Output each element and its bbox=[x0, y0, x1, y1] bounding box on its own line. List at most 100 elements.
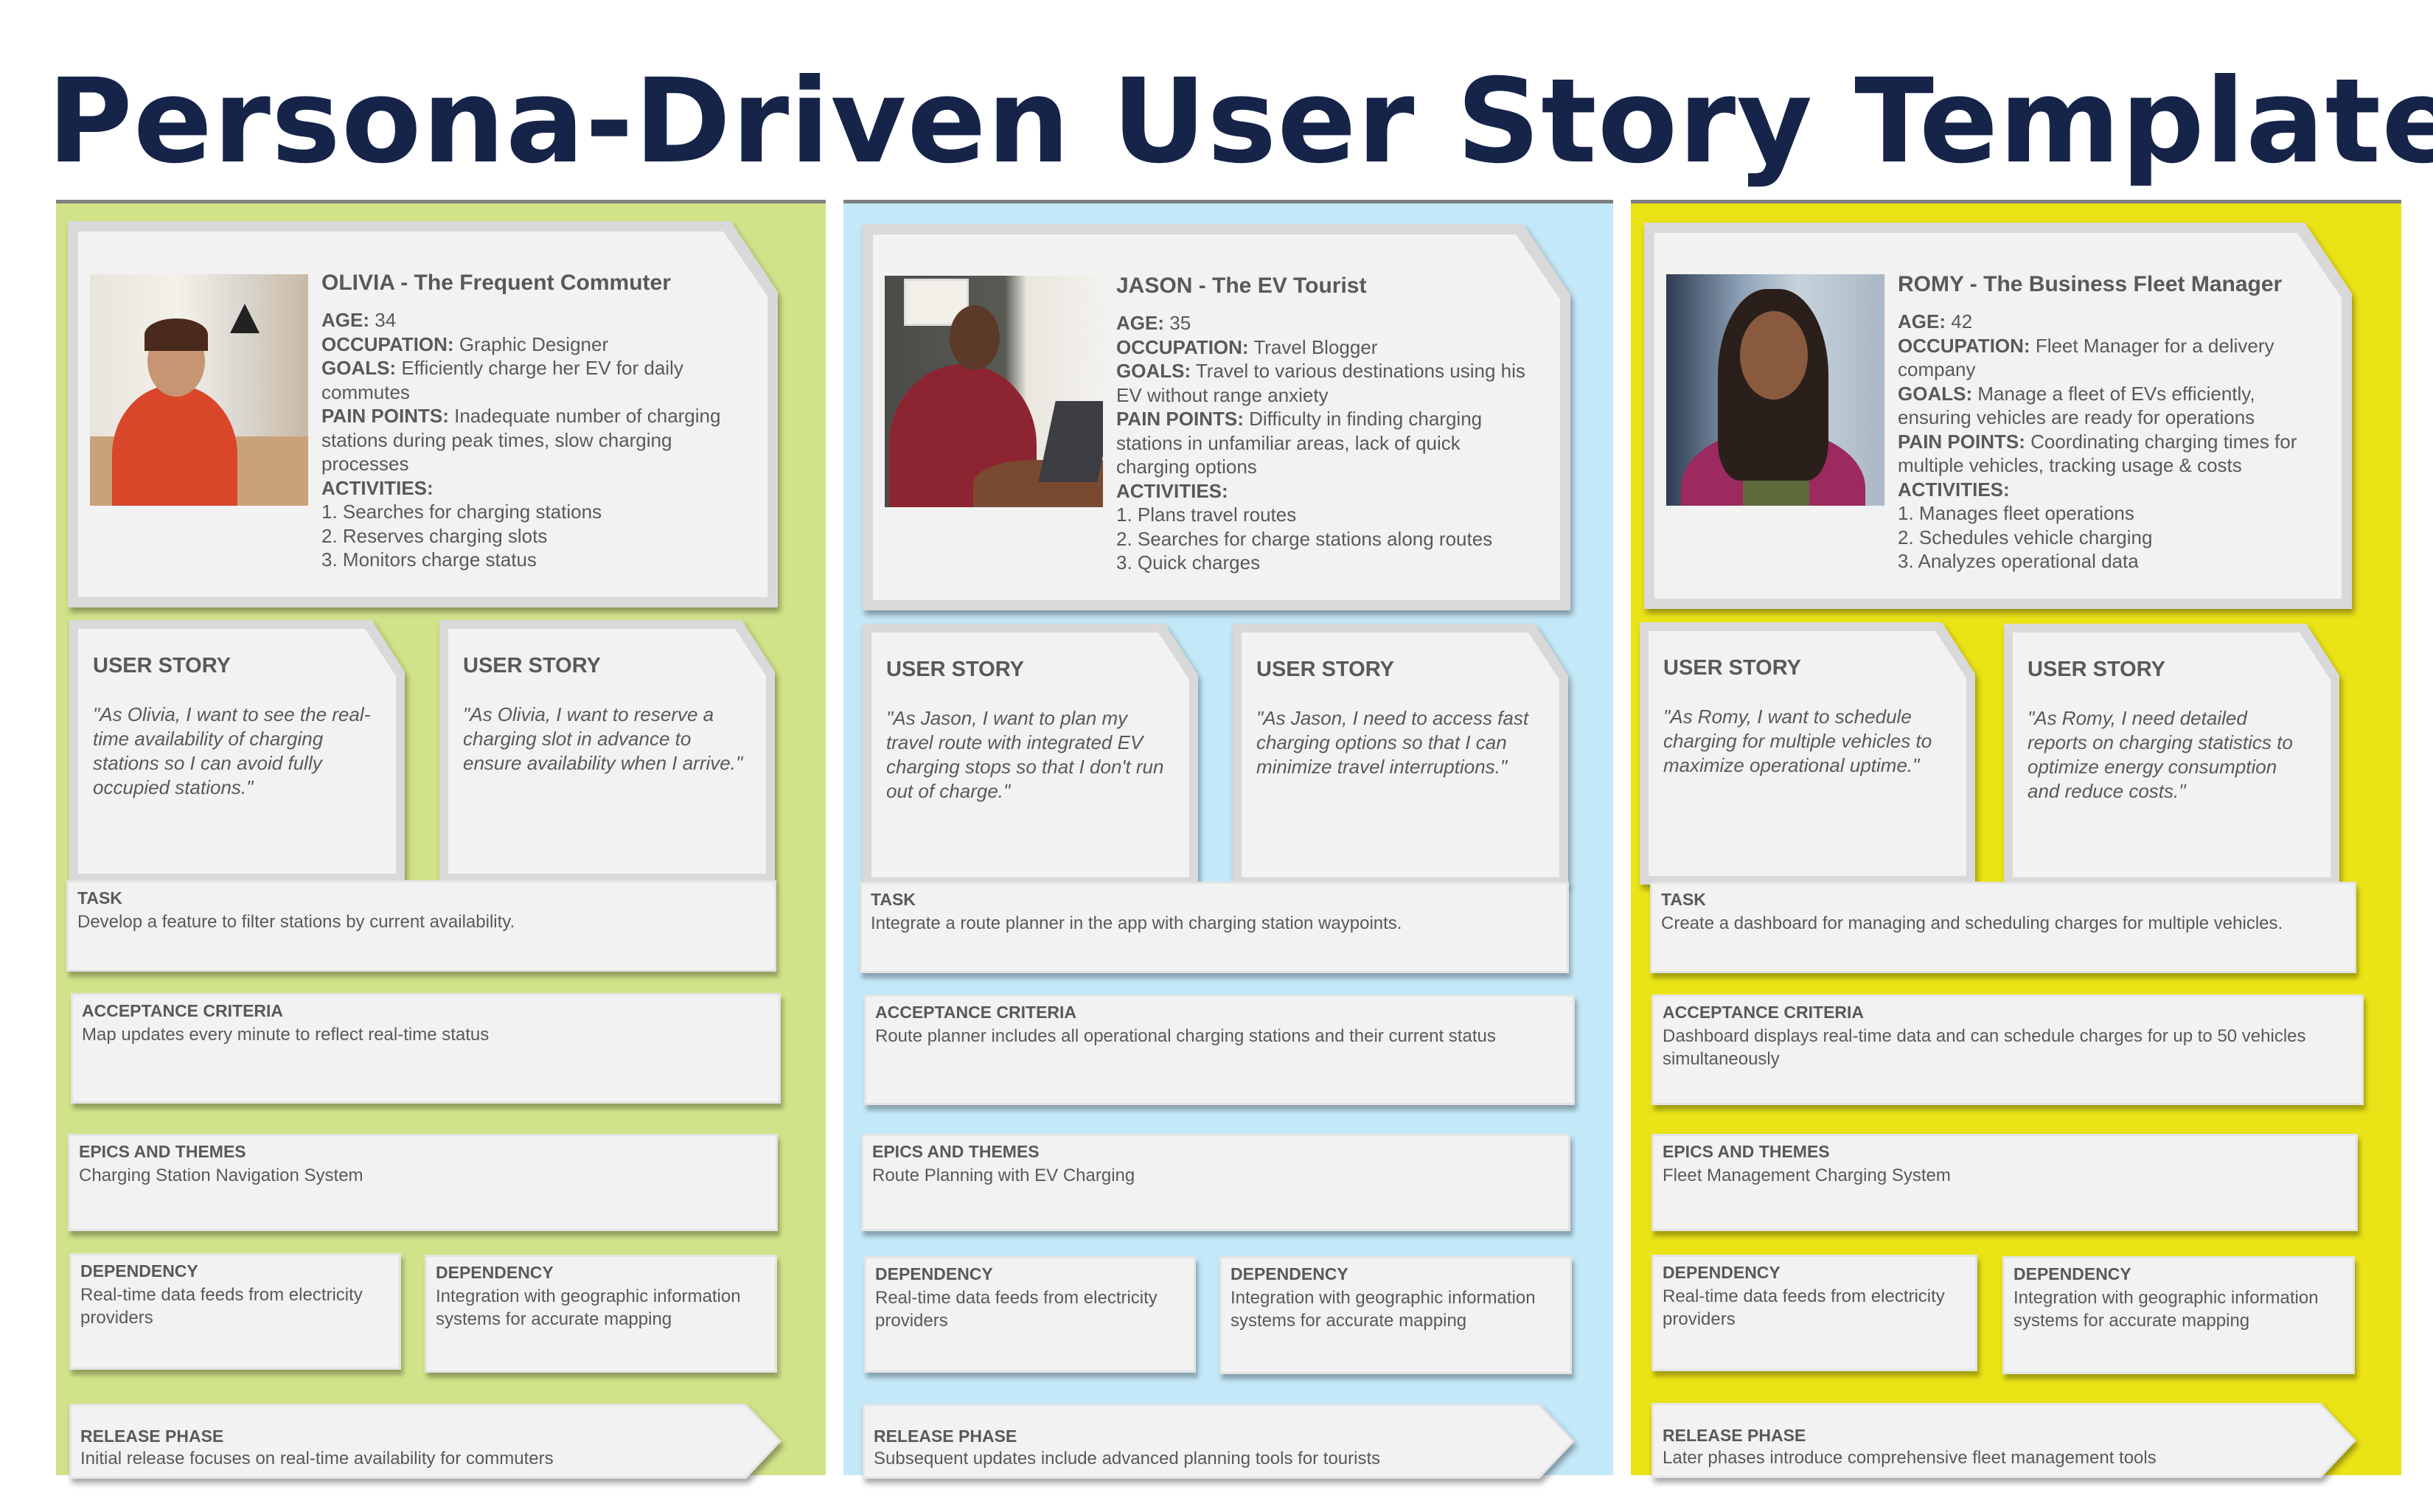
epics-box: EPICS AND THEMES Fleet Management Chargi… bbox=[1651, 1134, 2358, 1231]
field-label: GOALS: bbox=[1116, 360, 1191, 382]
dependency-box: DEPENDENCY Real-time data feeds from ele… bbox=[1651, 1255, 1977, 1371]
persona-photo bbox=[1666, 274, 1884, 506]
user-story-text: "As Jason, I need to access fast chargin… bbox=[1256, 707, 1529, 778]
epics-box: EPICS AND THEMES Route Planning with EV … bbox=[861, 1134, 1570, 1231]
dependency-heading: DEPENDENCY bbox=[875, 1264, 993, 1283]
dependency-box: DEPENDENCY Integration with geographic i… bbox=[2002, 1256, 2355, 1374]
task-heading: TASK bbox=[77, 888, 122, 907]
field-label: ACTIVITIES: bbox=[321, 476, 434, 499]
user-story-card: USER STORY "As Olivia, I want to reserve… bbox=[439, 620, 775, 882]
user-story-card: USER STORY "As Romy, I want to schedule … bbox=[1640, 622, 1975, 885]
user-story-text: "As Olivia, I want to reserve a charging… bbox=[463, 703, 743, 774]
field-label: AGE: bbox=[321, 309, 369, 331]
task-box: TASK Integrate a route planner in the ap… bbox=[860, 882, 1569, 973]
epics-heading: EPICS AND THEMES bbox=[1663, 1142, 1830, 1161]
persona-column-romy: ROMY - The Business Fleet Manager AGE: 4… bbox=[1631, 200, 2401, 1475]
epics-box: EPICS AND THEMES Charging Station Naviga… bbox=[68, 1134, 778, 1231]
acceptance-heading: ACCEPTANCE CRITERIA bbox=[82, 1001, 284, 1020]
field-label: AGE: bbox=[1116, 312, 1164, 334]
field-label: OCCUPATION: bbox=[321, 332, 454, 355]
persona-details: ROMY - The Business Fleet Manager AGE: 4… bbox=[1898, 270, 2312, 574]
acceptance-criteria-box: ACCEPTANCE CRITERIA Map updates every mi… bbox=[71, 993, 781, 1104]
acceptance-heading: ACCEPTANCE CRITERIA bbox=[875, 1003, 1077, 1022]
release-phase-arrow: RELEASE PHASE Later phases introduce com… bbox=[1651, 1403, 2356, 1478]
field-label: ACTIVITIES: bbox=[1898, 478, 2010, 501]
epics-text: Fleet Management Charging System bbox=[1663, 1166, 1951, 1185]
user-story-heading: USER STORY bbox=[2028, 658, 2165, 681]
dependency-text: Integration with geographic information … bbox=[436, 1286, 741, 1329]
activity-item: 1. Plans travel routes bbox=[1116, 504, 1297, 526]
dependency-text: Real-time data feeds from electricity pr… bbox=[1663, 1286, 1945, 1329]
dependency-heading: DEPENDENCY bbox=[436, 1263, 554, 1282]
task-heading: TASK bbox=[1661, 890, 1706, 909]
persona-column-jason: JASON - The EV Tourist AGE: 35 OCCUPATIO… bbox=[843, 200, 1613, 1475]
dependency-text: Integration with geographic information … bbox=[2013, 1288, 2319, 1331]
activity-item: 3. Quick charges bbox=[1116, 551, 1261, 574]
user-story-text: "As Jason, I want to plan my travel rout… bbox=[886, 707, 1164, 802]
user-story-heading: USER STORY bbox=[1663, 656, 1801, 680]
activity-item: 3. Monitors charge status bbox=[321, 548, 537, 571]
dependency-box: DEPENDENCY Real-time data feeds from ele… bbox=[69, 1253, 401, 1370]
task-text: Integrate a route planner in the app wit… bbox=[871, 913, 1402, 933]
dependency-box: DEPENDENCY Integration with geographic i… bbox=[425, 1255, 777, 1373]
user-story-heading: USER STORY bbox=[93, 654, 231, 677]
persona-occupation: Graphic Designer bbox=[459, 332, 609, 355]
persona-age: 42 bbox=[1951, 310, 1973, 332]
dependency-heading: DEPENDENCY bbox=[1663, 1263, 1781, 1282]
persona-details: JASON - The EV Tourist AGE: 35 OCCUPATIO… bbox=[1116, 271, 1531, 575]
persona-column-olivia: OLIVIA - The Frequent Commuter AGE: 34 O… bbox=[56, 200, 826, 1475]
persona-card: JASON - The EV Tourist AGE: 35 OCCUPATIO… bbox=[863, 224, 1570, 610]
activity-item: 2. Schedules vehicle charging bbox=[1898, 526, 2153, 548]
field-label: PAIN POINTS: bbox=[1116, 408, 1244, 430]
field-label: OCCUPATION: bbox=[1116, 335, 1249, 358]
activity-item: 1. Searches for charging stations bbox=[321, 501, 602, 523]
activity-item: 2. Reserves charging slots bbox=[321, 524, 548, 547]
dependency-text: Integration with geographic information … bbox=[1231, 1288, 1536, 1331]
user-story-card: USER STORY "As Romy, I need detailed rep… bbox=[2004, 624, 2339, 886]
user-story-text: "As Olivia, I want to see the real-time … bbox=[93, 703, 371, 798]
acceptance-criteria-box: ACCEPTANCE CRITERIA Dashboard displays r… bbox=[1651, 994, 2364, 1105]
epics-text: Charging Station Navigation System bbox=[79, 1166, 363, 1185]
task-box: TASK Create a dashboard for managing and… bbox=[1650, 882, 2356, 973]
persona-occupation: Travel Blogger bbox=[1253, 335, 1378, 358]
epics-text: Route Planning with EV Charging bbox=[872, 1166, 1135, 1185]
field-label: ACTIVITIES: bbox=[1116, 479, 1228, 502]
epics-heading: EPICS AND THEMES bbox=[79, 1142, 246, 1161]
dependency-box: DEPENDENCY Real-time data feeds from ele… bbox=[864, 1256, 1196, 1373]
field-label: GOALS: bbox=[321, 357, 397, 379]
release-text: Later phases introduce comprehensive fle… bbox=[1663, 1448, 2157, 1468]
task-box: TASK Develop a feature to filter station… bbox=[66, 880, 776, 972]
acceptance-heading: ACCEPTANCE CRITERIA bbox=[1663, 1003, 1865, 1022]
task-text: Create a dashboard for managing and sche… bbox=[1661, 913, 2283, 933]
page-title: Persona-Driven User Story Template bbox=[47, 54, 2433, 189]
user-story-heading: USER STORY bbox=[1256, 658, 1394, 681]
field-label: PAIN POINTS: bbox=[1898, 430, 2025, 453]
release-text: Initial release focuses on real-time ava… bbox=[80, 1449, 554, 1469]
dependency-text: Real-time data feeds from electricity pr… bbox=[80, 1285, 363, 1328]
dependency-heading: DEPENDENCY bbox=[1231, 1264, 1348, 1283]
persona-photo bbox=[885, 276, 1103, 507]
release-phase-arrow: RELEASE PHASE Subsequent updates include… bbox=[863, 1404, 1575, 1479]
task-heading: TASK bbox=[871, 890, 916, 909]
persona-age: 34 bbox=[375, 309, 397, 331]
persona-name: JASON - The EV Tourist bbox=[1116, 274, 1367, 298]
persona-age: 35 bbox=[1169, 312, 1191, 334]
user-story-heading: USER STORY bbox=[463, 654, 601, 677]
user-story-text: "As Romy, I want to schedule charging fo… bbox=[1663, 706, 1932, 776]
activity-item: 3. Analyzes operational data bbox=[1898, 550, 2139, 572]
user-story-heading: USER STORY bbox=[886, 658, 1024, 681]
acceptance-text: Map updates every minute to reflect real… bbox=[82, 1025, 490, 1045]
activity-item: 2. Searches for charge stations along ro… bbox=[1116, 527, 1493, 550]
field-label: AGE: bbox=[1898, 310, 1946, 332]
release-text: Subsequent updates include advanced plan… bbox=[874, 1449, 1381, 1469]
user-story-card: USER STORY "As Jason, I want to plan my … bbox=[863, 624, 1198, 886]
persona-card: ROMY - The Business Fleet Manager AGE: 4… bbox=[1644, 223, 2352, 609]
persona-card: OLIVIA - The Frequent Commuter AGE: 34 O… bbox=[68, 221, 778, 607]
field-label: GOALS: bbox=[1898, 382, 1973, 405]
acceptance-text: Route planner includes all operational c… bbox=[875, 1026, 1496, 1046]
dependency-box: DEPENDENCY Integration with geographic i… bbox=[1219, 1256, 1572, 1374]
persona-name: OLIVIA - The Frequent Commuter bbox=[321, 271, 671, 295]
dependency-heading: DEPENDENCY bbox=[80, 1261, 198, 1281]
user-story-card: USER STORY "As Olivia, I want to see the… bbox=[69, 620, 405, 882]
epics-heading: EPICS AND THEMES bbox=[872, 1142, 1040, 1161]
